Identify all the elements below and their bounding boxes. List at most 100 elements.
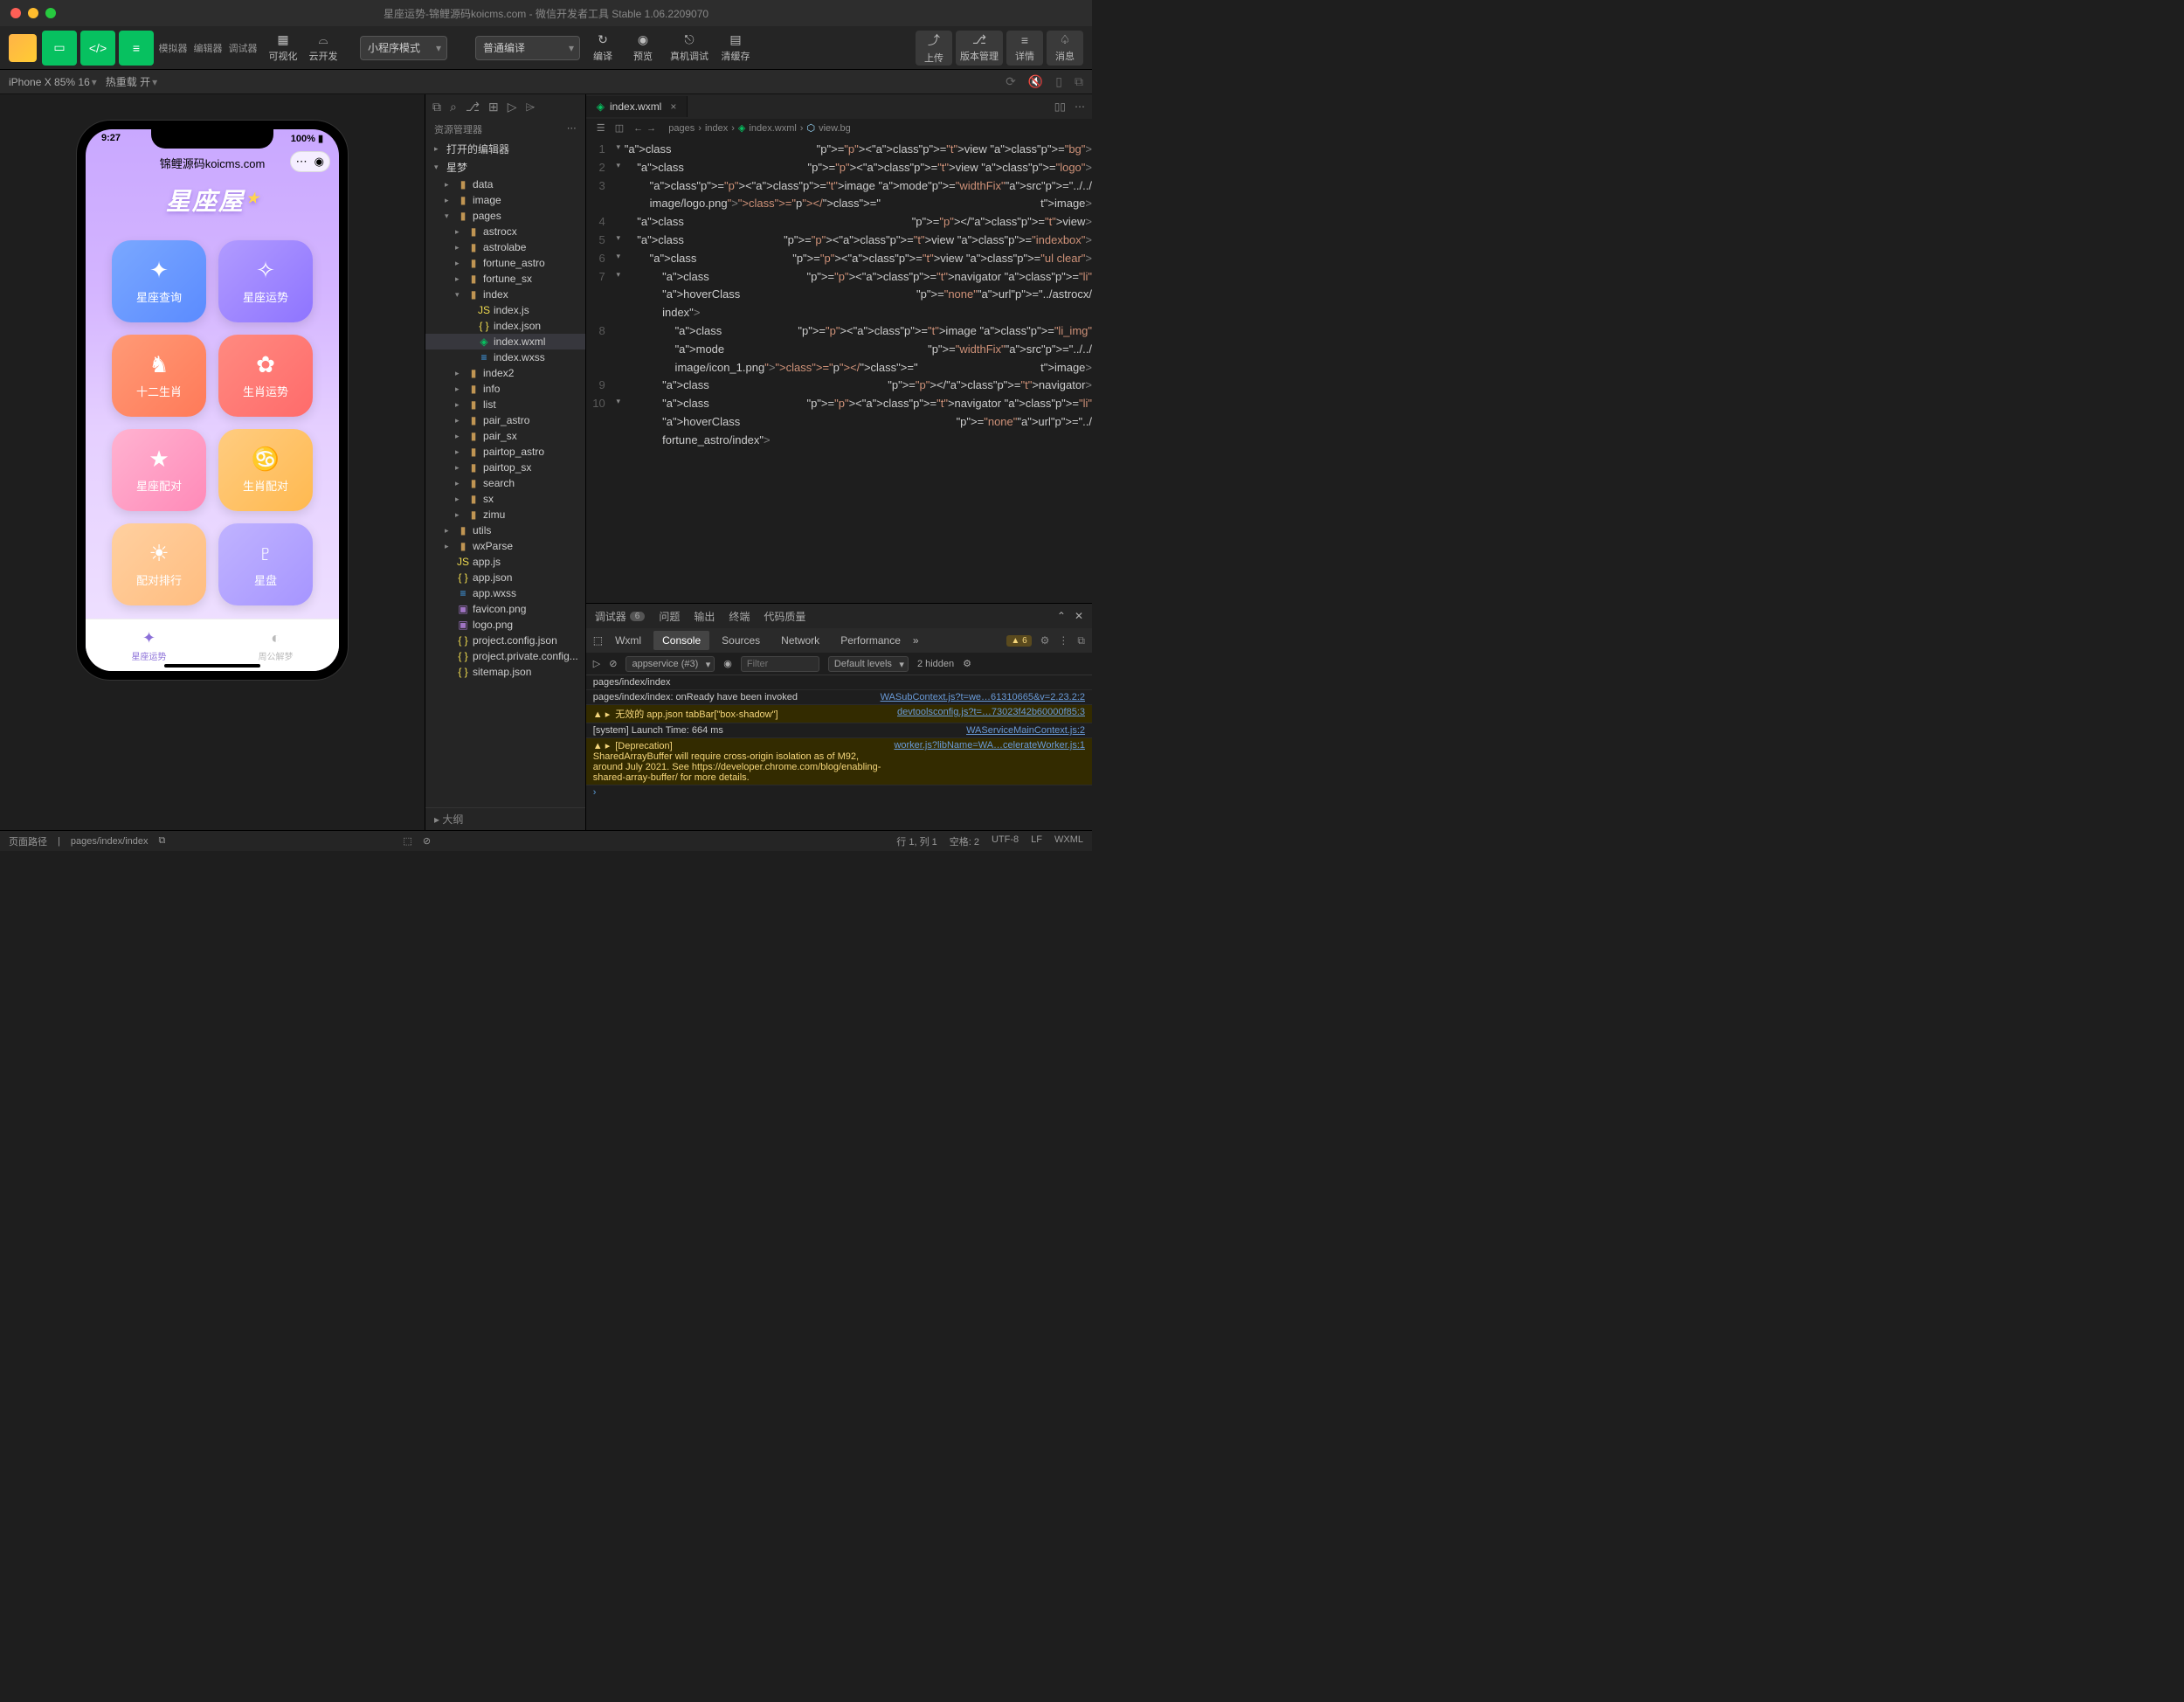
dt-tab-debugger[interactable]: 调试器	[595, 609, 626, 624]
dt-tab-problems[interactable]: 问题	[659, 609, 680, 624]
clear-cache-button[interactable]: ▤清缓存	[718, 31, 753, 66]
language[interactable]: WXML	[1054, 834, 1083, 848]
tree-item[interactable]: ▸▮image	[425, 192, 585, 208]
bookmark-icon[interactable]: ◫	[615, 122, 624, 134]
visual-button[interactable]: ▦可视化	[266, 31, 301, 66]
preview-button[interactable]: ◉预览	[625, 31, 660, 66]
close-devtools-icon[interactable]: ✕	[1075, 610, 1083, 622]
subtab-network[interactable]: Network	[772, 631, 828, 650]
upload-button[interactable]: ⤴上传	[916, 31, 952, 66]
tile-星盘[interactable]: ♇星盘	[218, 523, 313, 605]
clear-icon[interactable]: ⊘	[609, 658, 617, 669]
tree-item[interactable]: ▸▮fortune_sx	[425, 271, 585, 287]
tree-item[interactable]: ▸▮list	[425, 397, 585, 412]
eol[interactable]: LF	[1031, 834, 1042, 848]
tree-item[interactable]: ▸▮index2	[425, 365, 585, 381]
tile-星座查询[interactable]: ✦星座查询	[112, 240, 206, 322]
tree-item[interactable]: { }project.private.config...	[425, 648, 585, 664]
ext-icon[interactable]: ⊞	[488, 100, 499, 114]
more-tabs-icon[interactable]: »	[913, 634, 919, 647]
forward-icon[interactable]: →	[646, 123, 656, 134]
tree-item[interactable]: ▸▮pairtop_astro	[425, 444, 585, 460]
more-editor-icon[interactable]: ⋯	[1075, 100, 1085, 113]
back-icon[interactable]: ←	[633, 123, 643, 134]
tree-item[interactable]: ▸▮astrocx	[425, 224, 585, 239]
outline-header[interactable]: ▸ 大纲	[425, 807, 585, 830]
maximize-icon[interactable]	[45, 8, 56, 18]
mute-icon[interactable]: 🔇	[1028, 74, 1043, 89]
branch-icon[interactable]: ⎇	[466, 100, 480, 114]
tree-item[interactable]: ▣logo.png	[425, 617, 585, 633]
tree-item[interactable]: ▸▮sx	[425, 491, 585, 507]
close-tab-icon[interactable]: ×	[670, 100, 676, 113]
gear-icon[interactable]: ⚙	[1040, 634, 1050, 647]
dt-tab-quality[interactable]: 代码质量	[764, 609, 805, 624]
list-icon[interactable]: ☰	[597, 122, 605, 134]
subtab-console[interactable]: Console	[653, 631, 709, 650]
encoding[interactable]: UTF-8	[992, 834, 1019, 848]
search-icon[interactable]: ⌕	[450, 100, 457, 114]
version-button[interactable]: ⎇版本管理	[956, 31, 1003, 66]
details-button[interactable]: ≡详情	[1006, 31, 1043, 66]
copy-path-icon[interactable]: ⧉	[159, 835, 166, 847]
tile-生肖运势[interactable]: ✿生肖运势	[218, 335, 313, 417]
files-icon[interactable]: ⧉	[432, 100, 441, 114]
tree-item[interactable]: ≡app.wxss	[425, 585, 585, 601]
hotreload-select[interactable]: 热重载 开	[106, 74, 157, 89]
avatar[interactable]	[9, 34, 37, 62]
filter-input[interactable]	[741, 656, 819, 672]
device-select[interactable]: iPhone X 85% 16	[9, 76, 97, 88]
real-debug-button[interactable]: ⎋真机调试	[666, 31, 713, 66]
copy-icon[interactable]: ⧉	[1075, 74, 1083, 89]
minimize-icon[interactable]	[28, 8, 38, 18]
run-icon[interactable]: ▷	[508, 100, 517, 114]
eye-icon[interactable]: ◉	[723, 658, 732, 669]
tree-item[interactable]: ▸▮pair_astro	[425, 412, 585, 428]
tree-item[interactable]: ▸▮pairtop_sx	[425, 460, 585, 475]
dock-icon[interactable]: ⧉	[1077, 634, 1085, 647]
tree-item[interactable]: ▸▮data	[425, 176, 585, 192]
kebab-icon[interactable]: ⋮	[1058, 634, 1068, 647]
tree-item[interactable]: ▾▮pages	[425, 208, 585, 224]
tree-item[interactable]: JSapp.js	[425, 554, 585, 570]
tree-item[interactable]: ▸▮fortune_astro	[425, 255, 585, 271]
tree-item[interactable]: ▸▮utils	[425, 522, 585, 538]
console-output[interactable]: pages/index/indexpages/index/index: onRe…	[586, 675, 1092, 830]
tree-item[interactable]: { }app.json	[425, 570, 585, 585]
tree-item[interactable]: ▣favicon.png	[425, 601, 585, 617]
tile-配对排行[interactable]: ☀配对排行	[112, 523, 206, 605]
cloud-button[interactable]: ⌓云开发	[306, 31, 341, 66]
refresh-icon[interactable]: ⟳	[1006, 74, 1016, 89]
debugger-button[interactable]: ≡	[119, 31, 154, 66]
tree-item[interactable]: JSindex.js	[425, 302, 585, 318]
tree-item[interactable]: ▸▮wxParse	[425, 538, 585, 554]
breadcrumb[interactable]: ☰ ◫ ← → pages › index › ◈ index.wxml › ⬡…	[586, 119, 1092, 137]
play-icon[interactable]: ▷	[593, 658, 600, 669]
tree-item[interactable]: { }project.config.json	[425, 633, 585, 648]
cursor-position[interactable]: 行 1, 列 1	[896, 834, 936, 848]
capsule-button[interactable]: ⋯◉	[290, 151, 330, 172]
open-editors-header[interactable]: ▸打开的编辑器	[425, 140, 585, 158]
editor-tab-indexwxml[interactable]: ◈ index.wxml ×	[586, 96, 688, 117]
message-button[interactable]: ♤消息	[1047, 31, 1083, 66]
spaces[interactable]: 空格: 2	[950, 834, 979, 848]
tile-生肖配对[interactable]: ♋生肖配对	[218, 429, 313, 511]
tree-item[interactable]: { }sitemap.json	[425, 664, 585, 680]
tree-item[interactable]: ▸▮zimu	[425, 507, 585, 522]
code-editor[interactable]: 1▾"a">class"p">="p"><"a">class"p">="t">v…	[586, 137, 1092, 603]
chevron-up-icon[interactable]: ⌃	[1057, 610, 1066, 622]
levels-select[interactable]: Default levels	[828, 656, 909, 672]
tree-item[interactable]: ▸▮search	[425, 475, 585, 491]
tree-item[interactable]: ▸▮info	[425, 381, 585, 397]
split-icon[interactable]: ▯▯	[1054, 100, 1066, 113]
tile-星座运势[interactable]: ✧星座运势	[218, 240, 313, 322]
more-icon[interactable]: ⋯	[567, 122, 577, 136]
subtab-sources[interactable]: Sources	[713, 631, 769, 650]
tree-item[interactable]: ▸▮pair_sx	[425, 428, 585, 444]
tree-item[interactable]: ◈index.wxml	[425, 334, 585, 349]
simulator-button[interactable]: ▭	[42, 31, 77, 66]
bug-icon[interactable]: ⬚	[403, 835, 411, 847]
tree-item[interactable]: ≡index.wxss	[425, 349, 585, 365]
tile-十二生肖[interactable]: ♞十二生肖	[112, 335, 206, 417]
tile-星座配对[interactable]: ★星座配对	[112, 429, 206, 511]
